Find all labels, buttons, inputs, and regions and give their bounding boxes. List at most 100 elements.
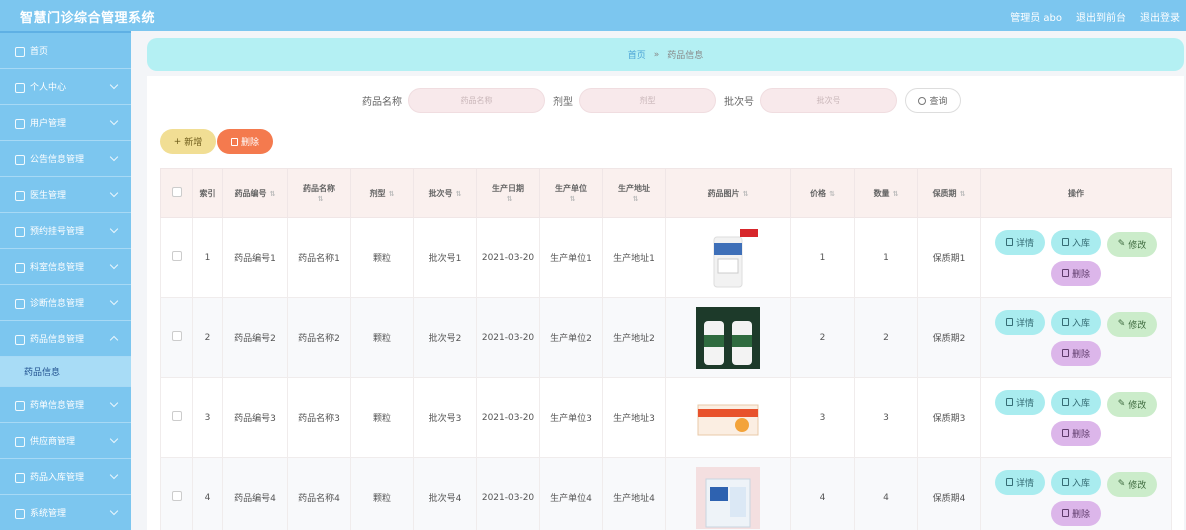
- header-batch[interactable]: 批次号 ⇅: [413, 168, 477, 218]
- sidebar-item-notice[interactable]: 公告信息管理: [0, 141, 131, 177]
- pencil-icon: ✎: [1117, 399, 1126, 409]
- sidebar-item-medicine[interactable]: 药品信息管理: [0, 321, 131, 357]
- cell-batch: 批次号3: [413, 377, 477, 458]
- sort-icon[interactable]: ⇅: [633, 195, 639, 203]
- detail-button[interactable]: 详情: [995, 469, 1045, 495]
- sidebar-item-diagnosis[interactable]: 诊断信息管理: [0, 285, 131, 321]
- detail-button[interactable]: 详情: [995, 229, 1045, 255]
- row-checkbox[interactable]: [171, 251, 182, 261]
- stock-in-button[interactable]: 入库: [1051, 389, 1101, 415]
- header-addr[interactable]: 生产地址 ⇅: [602, 168, 666, 218]
- header-date[interactable]: 生产日期 ⇅: [476, 168, 540, 218]
- row-checkbox[interactable]: [171, 411, 182, 421]
- chevron-down-icon: [109, 80, 119, 90]
- breadcrumb-home[interactable]: 首页: [628, 48, 646, 61]
- add-button[interactable]: + 新增: [160, 129, 216, 154]
- stock-in-button[interactable]: 入库: [1051, 229, 1101, 255]
- header-price[interactable]: 价格 ⇅: [790, 168, 855, 218]
- row-select-cell[interactable]: [160, 377, 193, 458]
- name-search-input[interactable]: 药品名称: [408, 88, 545, 113]
- sidebar-item-stock-in[interactable]: 药品入库管理: [0, 459, 131, 495]
- detail-button[interactable]: 详情: [995, 389, 1045, 415]
- batch-label: 批次号: [724, 97, 754, 108]
- sidebar-item-home[interactable]: 首页: [0, 33, 131, 69]
- sidebar-item-appointment[interactable]: 预约挂号管理: [0, 213, 131, 249]
- edit-button[interactable]: ✎ 修改: [1107, 311, 1157, 337]
- sort-icon[interactable]: ⇅: [507, 195, 513, 203]
- cell-date: 2021-03-20: [476, 297, 540, 378]
- stock-in-button[interactable]: 入库: [1051, 309, 1101, 335]
- sort-icon[interactable]: ⇅: [570, 195, 576, 203]
- sidebar-item-prescription[interactable]: 药单信息管理: [0, 387, 131, 423]
- edit-button[interactable]: ✎ 修改: [1107, 391, 1157, 417]
- logout-link[interactable]: 退出登录: [1140, 9, 1180, 24]
- row-select-cell[interactable]: [160, 457, 193, 530]
- trash-icon: [1061, 349, 1069, 357]
- sidebar-item-department[interactable]: 科室信息管理: [0, 249, 131, 285]
- edit-label: 修改: [1128, 480, 1147, 491]
- exit-to-frontend-link[interactable]: 退出到前台: [1076, 9, 1126, 24]
- admin-label: 管理员 abo: [1010, 13, 1062, 24]
- trash-icon: [1061, 429, 1069, 437]
- sidebar-item-system[interactable]: 系统管理: [0, 495, 131, 530]
- cell-qty: 3: [854, 377, 918, 458]
- header-shelf[interactable]: 保质期 ⇅: [917, 168, 981, 218]
- delete-button[interactable]: 删除: [1051, 340, 1101, 366]
- sort-icon[interactable]: ⇅: [389, 190, 395, 198]
- header-label: 数量: [873, 188, 890, 198]
- doctor-icon: [14, 190, 25, 201]
- cell-code: 药品编号4: [222, 457, 288, 530]
- sidebar-item-profile[interactable]: 个人中心: [0, 69, 131, 105]
- batch-search-input[interactable]: 批次号: [760, 88, 897, 113]
- cell-name: 药品名称3: [287, 377, 351, 458]
- header-qty[interactable]: 数量 ⇅: [854, 168, 918, 218]
- delete-button[interactable]: 删除: [1051, 260, 1101, 286]
- cell-form: 颗粒: [350, 217, 414, 298]
- header-code[interactable]: 药品编号 ⇅: [222, 168, 288, 218]
- sort-icon[interactable]: ⇅: [893, 190, 899, 198]
- sort-icon[interactable]: ⇅: [456, 190, 462, 198]
- sidebar-subitem-medicine-info[interactable]: 药品信息: [0, 357, 131, 387]
- cell-shelf: 保质期4: [917, 457, 981, 530]
- header-unit[interactable]: 生产单位 ⇅: [539, 168, 603, 218]
- sidebar-item-users[interactable]: 用户管理: [0, 105, 131, 141]
- header-label: 剂型: [369, 188, 386, 198]
- doc-icon: [1061, 238, 1069, 246]
- sidebar-item-doctor[interactable]: 医生管理: [0, 177, 131, 213]
- query-button[interactable]: 查询: [905, 88, 961, 113]
- cell-code: 药品编号1: [222, 217, 288, 298]
- row-select-cell[interactable]: [160, 217, 193, 298]
- delete-button[interactable]: 删除: [1051, 500, 1101, 526]
- header-name[interactable]: 药品名称 ⇅: [287, 168, 351, 218]
- cell-date: 2021-03-20: [476, 457, 540, 530]
- header-image[interactable]: 药品图片 ⇅: [665, 168, 791, 218]
- select-all-cell[interactable]: [160, 168, 193, 218]
- row-select-cell[interactable]: [160, 297, 193, 378]
- form-search-input[interactable]: 剂型: [579, 88, 716, 113]
- cell-image: [665, 377, 791, 458]
- cell-batch: 批次号4: [413, 457, 477, 530]
- breadcrumb-current: 药品信息: [667, 51, 704, 61]
- delete-label: 删除: [1071, 429, 1090, 440]
- detail-label: 详情: [1015, 478, 1034, 489]
- sort-icon[interactable]: ⇅: [270, 190, 276, 198]
- sort-icon[interactable]: ⇅: [743, 190, 749, 198]
- batch-delete-button[interactable]: 删除: [217, 129, 273, 154]
- edit-button[interactable]: ✎ 修改: [1107, 471, 1157, 497]
- sidebar-item-supplier[interactable]: 供应商管理: [0, 423, 131, 459]
- sort-icon[interactable]: ⇅: [318, 195, 324, 203]
- delete-button[interactable]: 删除: [1051, 420, 1101, 446]
- cell-image: [665, 457, 791, 530]
- stock-in-button[interactable]: 入库: [1051, 469, 1101, 495]
- sort-icon[interactable]: ⇅: [829, 190, 835, 198]
- row-checkbox[interactable]: [171, 331, 182, 341]
- select-all-checkbox[interactable]: [171, 187, 182, 197]
- name-label: 药品名称: [362, 97, 402, 108]
- diagnosis-icon: [14, 298, 25, 309]
- detail-button[interactable]: 详情: [995, 309, 1045, 335]
- edit-button[interactable]: ✎ 修改: [1107, 231, 1157, 257]
- sort-icon[interactable]: ⇅: [960, 190, 966, 198]
- row-checkbox[interactable]: [171, 491, 182, 501]
- header-form[interactable]: 剂型 ⇅: [350, 168, 414, 218]
- cell-batch: 批次号1: [413, 217, 477, 298]
